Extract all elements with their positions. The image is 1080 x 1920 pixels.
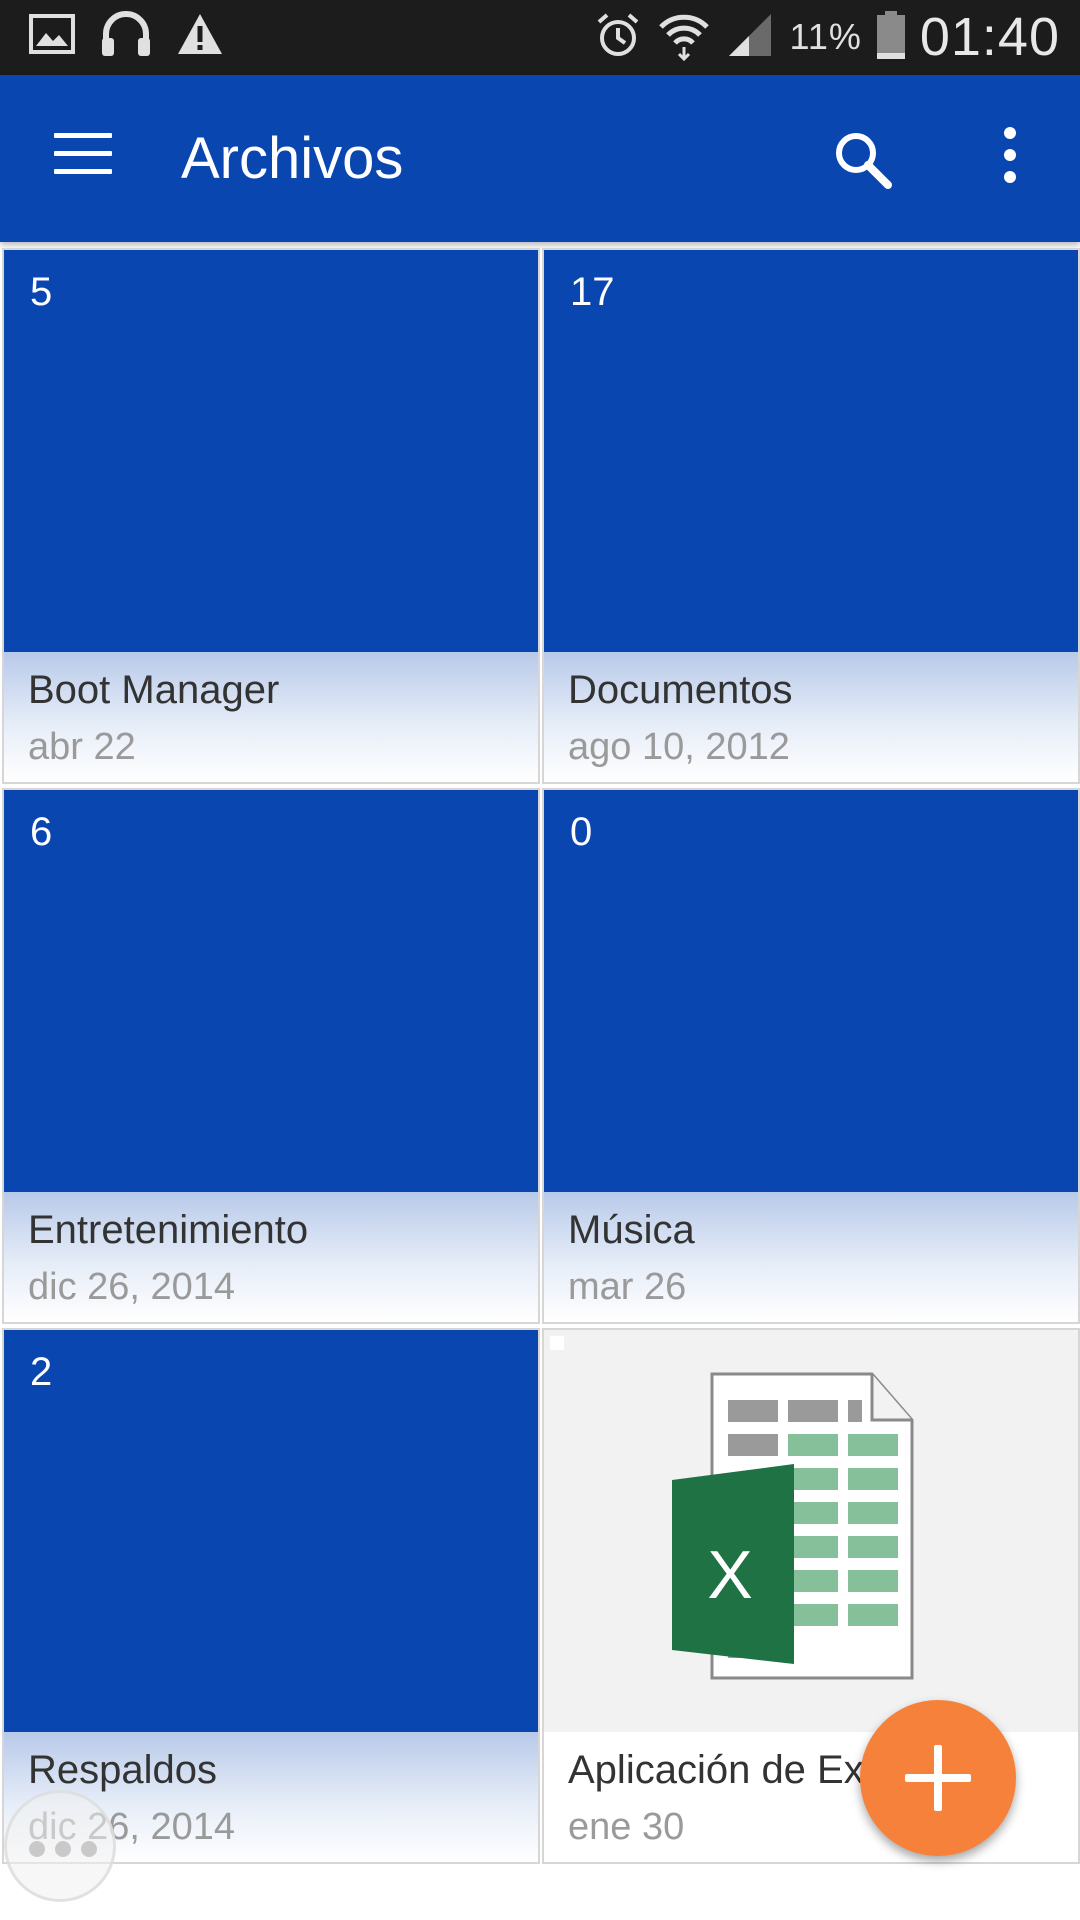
status-bar: 11% 01:40 — [0, 0, 1080, 75]
excel-icon: X — [672, 1372, 952, 1687]
clock: 01:40 — [919, 7, 1060, 67]
folder-date: abr 22 — [28, 726, 136, 768]
folder-name: Respaldos — [28, 1748, 218, 1792]
folder-tile-documentos[interactable]: 17 Documentos ago 10, 2012 — [542, 248, 1080, 784]
headphones-icon — [100, 10, 152, 63]
page-title: Archivos — [181, 126, 404, 191]
folder-cover — [4, 250, 538, 652]
image-icon — [28, 13, 76, 60]
folder-tile-entretenimiento[interactable]: 6 Entretenimiento dic 26, 2014 — [2, 788, 540, 1324]
wifi-icon — [657, 9, 711, 66]
item-count: 5 — [30, 270, 53, 314]
files-grid: 5 Boot Manager abr 22 17 Documentos ago … — [0, 242, 1080, 1920]
folder-cover — [544, 250, 1078, 652]
folder-date: ago 10, 2012 — [568, 726, 790, 768]
file-date: ene 30 — [568, 1806, 685, 1848]
select-checkbox[interactable] — [550, 1336, 564, 1350]
folder-cover — [4, 790, 538, 1192]
tile-caption: Música mar 26 — [544, 1192, 1078, 1322]
folder-tile-musica[interactable]: 0 Música mar 26 — [542, 788, 1080, 1324]
assistive-bubble-icon[interactable] — [4, 1790, 116, 1902]
item-count: 0 — [570, 810, 593, 854]
svg-text:X: X — [707, 1537, 752, 1613]
item-count: 2 — [30, 1350, 53, 1394]
system-icons: 11% 01:40 — [593, 6, 1060, 68]
folder-name: Entretenimiento — [28, 1208, 309, 1252]
add-button[interactable] — [860, 1700, 1016, 1856]
alarm-icon — [593, 10, 643, 65]
tile-caption: Documentos ago 10, 2012 — [544, 652, 1078, 782]
tile-caption: Boot Manager abr 22 — [4, 652, 538, 782]
folder-cover — [544, 790, 1078, 1192]
warning-icon — [176, 12, 224, 61]
item-count: 17 — [570, 270, 615, 314]
folder-tile-boot-manager[interactable]: 5 Boot Manager abr 22 — [2, 248, 540, 784]
tile-caption: Entretenimiento dic 26, 2014 — [4, 1192, 538, 1322]
menu-icon[interactable] — [54, 133, 112, 183]
folder-name: Boot Manager — [28, 668, 280, 712]
folder-date: dic 26, 2014 — [28, 1266, 236, 1308]
more-vert-icon[interactable] — [990, 127, 1030, 193]
folder-name: Música — [568, 1208, 695, 1252]
folder-name: Documentos — [568, 668, 793, 712]
item-count: 6 — [30, 810, 53, 854]
folder-cover — [4, 1330, 538, 1732]
file-preview: X — [544, 1330, 1078, 1732]
notification-icons — [28, 10, 224, 63]
signal-icon — [725, 10, 775, 65]
app-bar: Archivos — [0, 75, 1080, 242]
folder-date: mar 26 — [568, 1266, 687, 1308]
search-icon[interactable] — [830, 127, 896, 193]
battery-icon — [876, 10, 906, 65]
battery-percent: 11% — [789, 16, 862, 57]
folder-tile-respaldos[interactable]: 2 Respaldos dic 26, 2014 — [2, 1328, 540, 1864]
